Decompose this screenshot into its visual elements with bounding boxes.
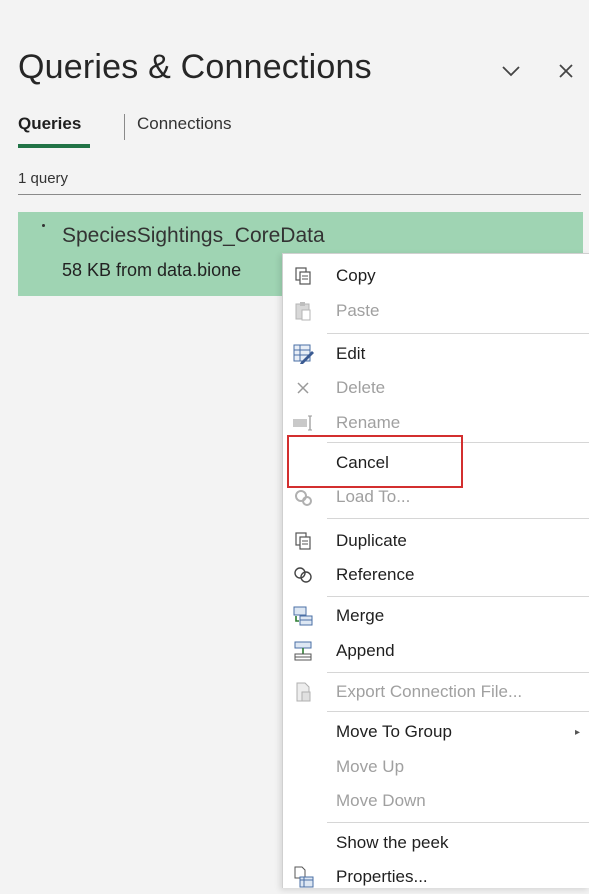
submenu-arrow-icon: ▸ [574,727,580,738]
menu-item-move-up[interactable]: Move Up [283,750,589,784]
collapse-chevron-icon[interactable] [498,58,524,84]
menu-separator [327,711,589,712]
menu-item-label: Export Connection File... [336,682,523,701]
context-menu: Copy Paste Edit Delete Rename Cancel Loa… [282,253,589,888]
menu-item-label: Reference [336,565,415,584]
menu-item-move-down[interactable]: Move Down [283,784,589,818]
close-icon[interactable] [553,58,579,84]
tab-bar: Queries Connections [18,114,588,154]
menu-separator [327,596,589,597]
menu-item-label: Duplicate [336,531,407,550]
menu-item-duplicate[interactable]: Duplicate [283,524,589,558]
divider [18,194,581,195]
menu-item-cancel[interactable]: Cancel [283,446,589,480]
rename-icon [291,411,315,435]
edit-icon [291,342,315,366]
copy-icon [291,264,315,288]
menu-item-rename[interactable]: Rename [283,406,589,440]
menu-separator [327,518,589,519]
menu-separator [327,822,589,823]
menu-item-append[interactable]: Append [283,634,589,668]
menu-item-load-to[interactable]: Load To... [283,480,589,514]
paste-icon [291,299,315,323]
menu-item-delete[interactable]: Delete [283,371,589,405]
query-name: SpeciesSightings_CoreData [62,224,325,247]
export-file-icon [291,680,315,704]
load-to-icon [291,485,315,509]
append-icon [291,639,315,663]
merge-icon [291,604,315,628]
menu-item-edit[interactable]: Edit [283,337,589,371]
menu-item-label: Delete [336,378,386,397]
menu-item-reference[interactable]: Reference [283,558,589,592]
menu-item-properties[interactable]: Properties... [283,860,589,894]
menu-item-label: Edit [336,344,366,363]
menu-item-label: Properties... [336,867,428,886]
duplicate-icon [291,529,315,553]
tab-connections[interactable]: Connections [137,114,232,134]
menu-item-label: Load To... [336,487,411,506]
active-tab-indicator [18,144,90,148]
menu-item-merge[interactable]: Merge [283,599,589,633]
menu-item-paste[interactable]: Paste [283,294,589,328]
menu-item-label: Cancel [336,453,389,472]
tab-queries[interactable]: Queries [18,114,81,134]
menu-item-copy[interactable]: Copy [283,259,589,293]
menu-item-label: Move Up [336,757,405,776]
menu-item-label: Move To Group [336,722,452,741]
query-details: 58 KB from data.bione [62,260,242,280]
menu-item-label: Rename [336,413,401,432]
menu-item-show-the-peek[interactable]: Show the peek [283,826,589,860]
menu-item-label: Paste [336,301,380,320]
menu-item-label: Copy [336,266,376,285]
pane-title: Queries & Connections [18,48,372,86]
delete-icon [291,376,315,400]
menu-item-move-to-group[interactable]: Move To Group ▸ [283,715,589,749]
menu-item-label: Move Down [336,791,426,810]
menu-separator [327,672,589,673]
menu-item-label: Append [336,641,395,660]
menu-separator [327,333,589,334]
menu-item-export-connection-file[interactable]: Export Connection File... [283,675,589,709]
tab-divider [124,114,125,140]
query-count: 1 query [18,170,69,187]
reference-icon [291,563,315,587]
properties-icon [291,865,315,889]
menu-item-label: Show the peek [336,833,449,852]
menu-separator [327,442,589,443]
menu-item-label: Merge [336,606,385,625]
query-bullet [42,224,45,227]
